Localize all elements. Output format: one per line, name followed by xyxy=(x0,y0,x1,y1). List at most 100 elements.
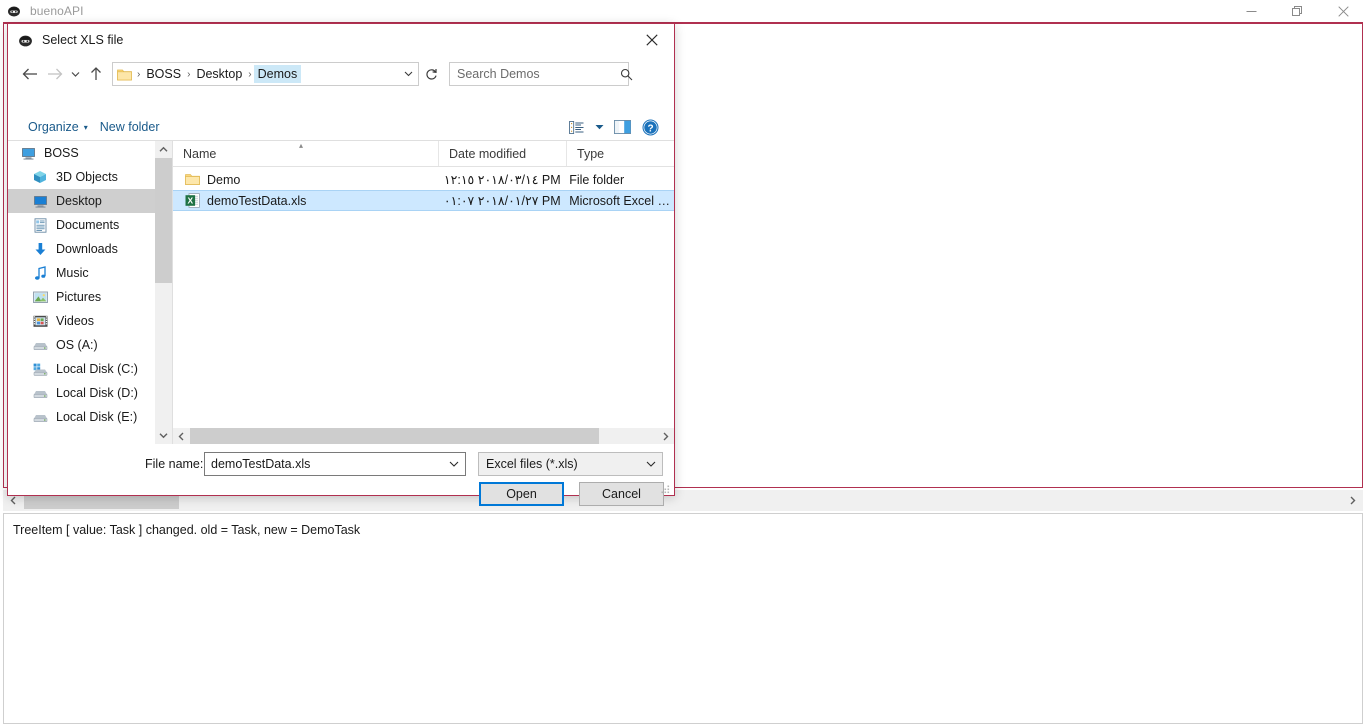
music-icon xyxy=(30,265,50,281)
ninja-icon xyxy=(6,3,22,19)
folder-icon xyxy=(113,68,135,81)
navigation-bar: › BOSS › Desktop › Demos xyxy=(8,56,674,92)
windows-drive-icon xyxy=(30,361,50,377)
search-icon[interactable] xyxy=(620,68,633,81)
sidebar-item-documents[interactable]: Documents xyxy=(8,213,155,237)
view-options-chevron-down-icon[interactable] xyxy=(591,116,607,138)
breadcrumb-separator: › xyxy=(248,68,252,80)
table-row[interactable]: X demoTestData.xls ٢٠١٨/٠١/٢٧ ٠١:٠٧ PM M… xyxy=(173,190,674,211)
file-list-column-headers: Name ▴ Date modified Type xyxy=(173,141,674,167)
search-box[interactable] xyxy=(449,62,633,86)
navigation-sidebar[interactable]: BOSS 3D Objects Desktop Documents Downlo… xyxy=(8,141,155,444)
file-list-horizontal-scrollbar[interactable] xyxy=(173,427,674,445)
search-input[interactable] xyxy=(450,66,620,82)
toolbar-right-group: ? xyxy=(563,116,674,138)
scroll-up-icon[interactable] xyxy=(155,141,172,158)
close-button[interactable] xyxy=(1320,0,1366,22)
sidebar-item-local-disk-d[interactable]: Local Disk (D:) xyxy=(8,381,155,405)
console-log-line: TreeItem [ value: Task ] changed. old = … xyxy=(13,523,361,537)
drive-icon xyxy=(30,337,50,353)
sidebar-item-local-disk-c[interactable]: Local Disk (C:) xyxy=(8,357,155,381)
sidebar-item-music[interactable]: Music xyxy=(8,261,155,285)
folder-icon xyxy=(183,172,201,188)
open-button[interactable]: Open xyxy=(479,482,564,506)
column-header-type[interactable]: Type xyxy=(567,141,674,166)
sidebar-item-label: Pictures xyxy=(56,290,102,304)
view-list-icon[interactable] xyxy=(563,116,589,138)
new-folder-button[interactable]: New folder xyxy=(94,117,166,137)
sort-ascending-icon: ▴ xyxy=(299,141,304,150)
chevron-down-icon[interactable] xyxy=(443,461,465,467)
desktop-icon xyxy=(30,193,50,209)
cube-icon xyxy=(30,169,50,185)
sidebar-item-pictures[interactable]: Pictures xyxy=(8,285,155,309)
resize-grip[interactable] xyxy=(659,481,671,494)
sidebar-item-label: Music xyxy=(56,266,89,280)
sidebar-vertical-scrollbar[interactable] xyxy=(155,141,172,444)
file-list-hscroll-thumb[interactable] xyxy=(190,427,599,445)
preview-pane-icon[interactable] xyxy=(609,116,635,138)
address-bar[interactable]: › BOSS › Desktop › Demos xyxy=(112,62,419,86)
organize-button[interactable]: Organize ▾ xyxy=(22,117,94,137)
address-chevron-down-icon[interactable] xyxy=(398,71,418,77)
new-folder-label: New folder xyxy=(99,120,160,134)
cancel-button[interactable]: Cancel xyxy=(579,482,664,506)
downloads-icon xyxy=(30,241,50,257)
select-xls-file-dialog: Select XLS file › BOSS › Desktop › Demos… xyxy=(7,23,675,506)
table-row[interactable]: Demo ٢٠١٨/٠٣/١٤ ١٢:١٥ PM File folder xyxy=(173,169,674,190)
file-name-combobox[interactable] xyxy=(204,452,466,476)
scroll-right-icon[interactable] xyxy=(1342,490,1363,511)
column-header-label: Name xyxy=(183,146,217,161)
file-name-label: File name: xyxy=(145,457,204,471)
app-title: buenoAPI xyxy=(30,4,84,18)
file-name-input[interactable] xyxy=(205,456,443,472)
sidebar-item-label: 3D Objects xyxy=(56,170,118,184)
sidebar-item-os-a[interactable]: OS (A:) xyxy=(8,333,155,357)
breadcrumb-boss[interactable]: BOSS xyxy=(142,65,185,83)
column-header-name[interactable]: Name ▴ xyxy=(173,141,439,166)
column-header-label: Date modified xyxy=(449,146,527,161)
svg-text:?: ? xyxy=(647,123,653,134)
file-type-combobox[interactable]: Excel files (*.xls) xyxy=(478,452,663,476)
scroll-down-icon[interactable] xyxy=(155,427,172,444)
sidebar-item-label: Local Disk (D:) xyxy=(56,386,138,400)
breadcrumb-desktop[interactable]: Desktop xyxy=(192,65,246,83)
dialog-body: BOSS 3D Objects Desktop Documents Downlo… xyxy=(8,141,674,445)
sidebar-item-boss[interactable]: BOSS xyxy=(8,141,155,165)
dialog-close-button[interactable] xyxy=(630,24,674,55)
sidebar-item-desktop[interactable]: Desktop xyxy=(8,189,155,213)
breadcrumb-demos[interactable]: Demos xyxy=(253,65,302,83)
column-header-date-modified[interactable]: Date modified xyxy=(439,141,567,166)
sidebar-item-label: OS (A:) xyxy=(56,338,98,352)
ninja-icon xyxy=(17,32,33,48)
up-icon[interactable] xyxy=(84,62,108,86)
drive-icon xyxy=(30,385,50,401)
sidebar-item-label: Desktop xyxy=(56,194,102,208)
forward-icon[interactable] xyxy=(42,62,66,86)
file-list-hscroll-track[interactable] xyxy=(190,427,657,445)
pictures-icon xyxy=(30,289,50,305)
sidebar-item-local-disk-e[interactable]: Local Disk (E:) xyxy=(8,405,155,429)
sidebar-item-videos[interactable]: Videos xyxy=(8,309,155,333)
sidebar-scroll-thumb[interactable] xyxy=(155,158,172,283)
dialog-toolbar: Organize ▾ New folder ? xyxy=(8,114,674,141)
sidebar-tree: BOSS 3D Objects Desktop Documents Downlo… xyxy=(8,141,155,429)
file-name: Demo xyxy=(207,172,241,187)
minimize-button[interactable] xyxy=(1228,0,1274,22)
file-list-panel[interactable]: Name ▴ Date modified Type Demo ٢٠١٨/٠٣/١… xyxy=(173,141,674,445)
sidebar-item-downloads[interactable]: Downloads xyxy=(8,237,155,261)
recent-locations-chevron-down-icon[interactable] xyxy=(66,62,84,86)
refresh-icon[interactable] xyxy=(419,62,443,86)
console-output-pane[interactable]: TreeItem [ value: Task ] changed. old = … xyxy=(3,513,1363,724)
help-icon[interactable]: ? xyxy=(637,116,663,138)
svg-text:X: X xyxy=(187,195,193,205)
restore-button[interactable] xyxy=(1274,0,1320,22)
chevron-down-icon[interactable] xyxy=(640,461,662,467)
sidebar-item-label: Downloads xyxy=(56,242,118,256)
scroll-right-icon[interactable] xyxy=(657,428,674,445)
scroll-left-icon[interactable] xyxy=(173,428,190,445)
back-icon[interactable] xyxy=(18,62,42,86)
file-date-modified: ٢٠١٨/٠١/٢٧ ٠١:٠٧ PM xyxy=(443,194,561,208)
sidebar-item-3d-objects[interactable]: 3D Objects xyxy=(8,165,155,189)
file-type-value: Excel files (*.xls) xyxy=(486,457,578,471)
